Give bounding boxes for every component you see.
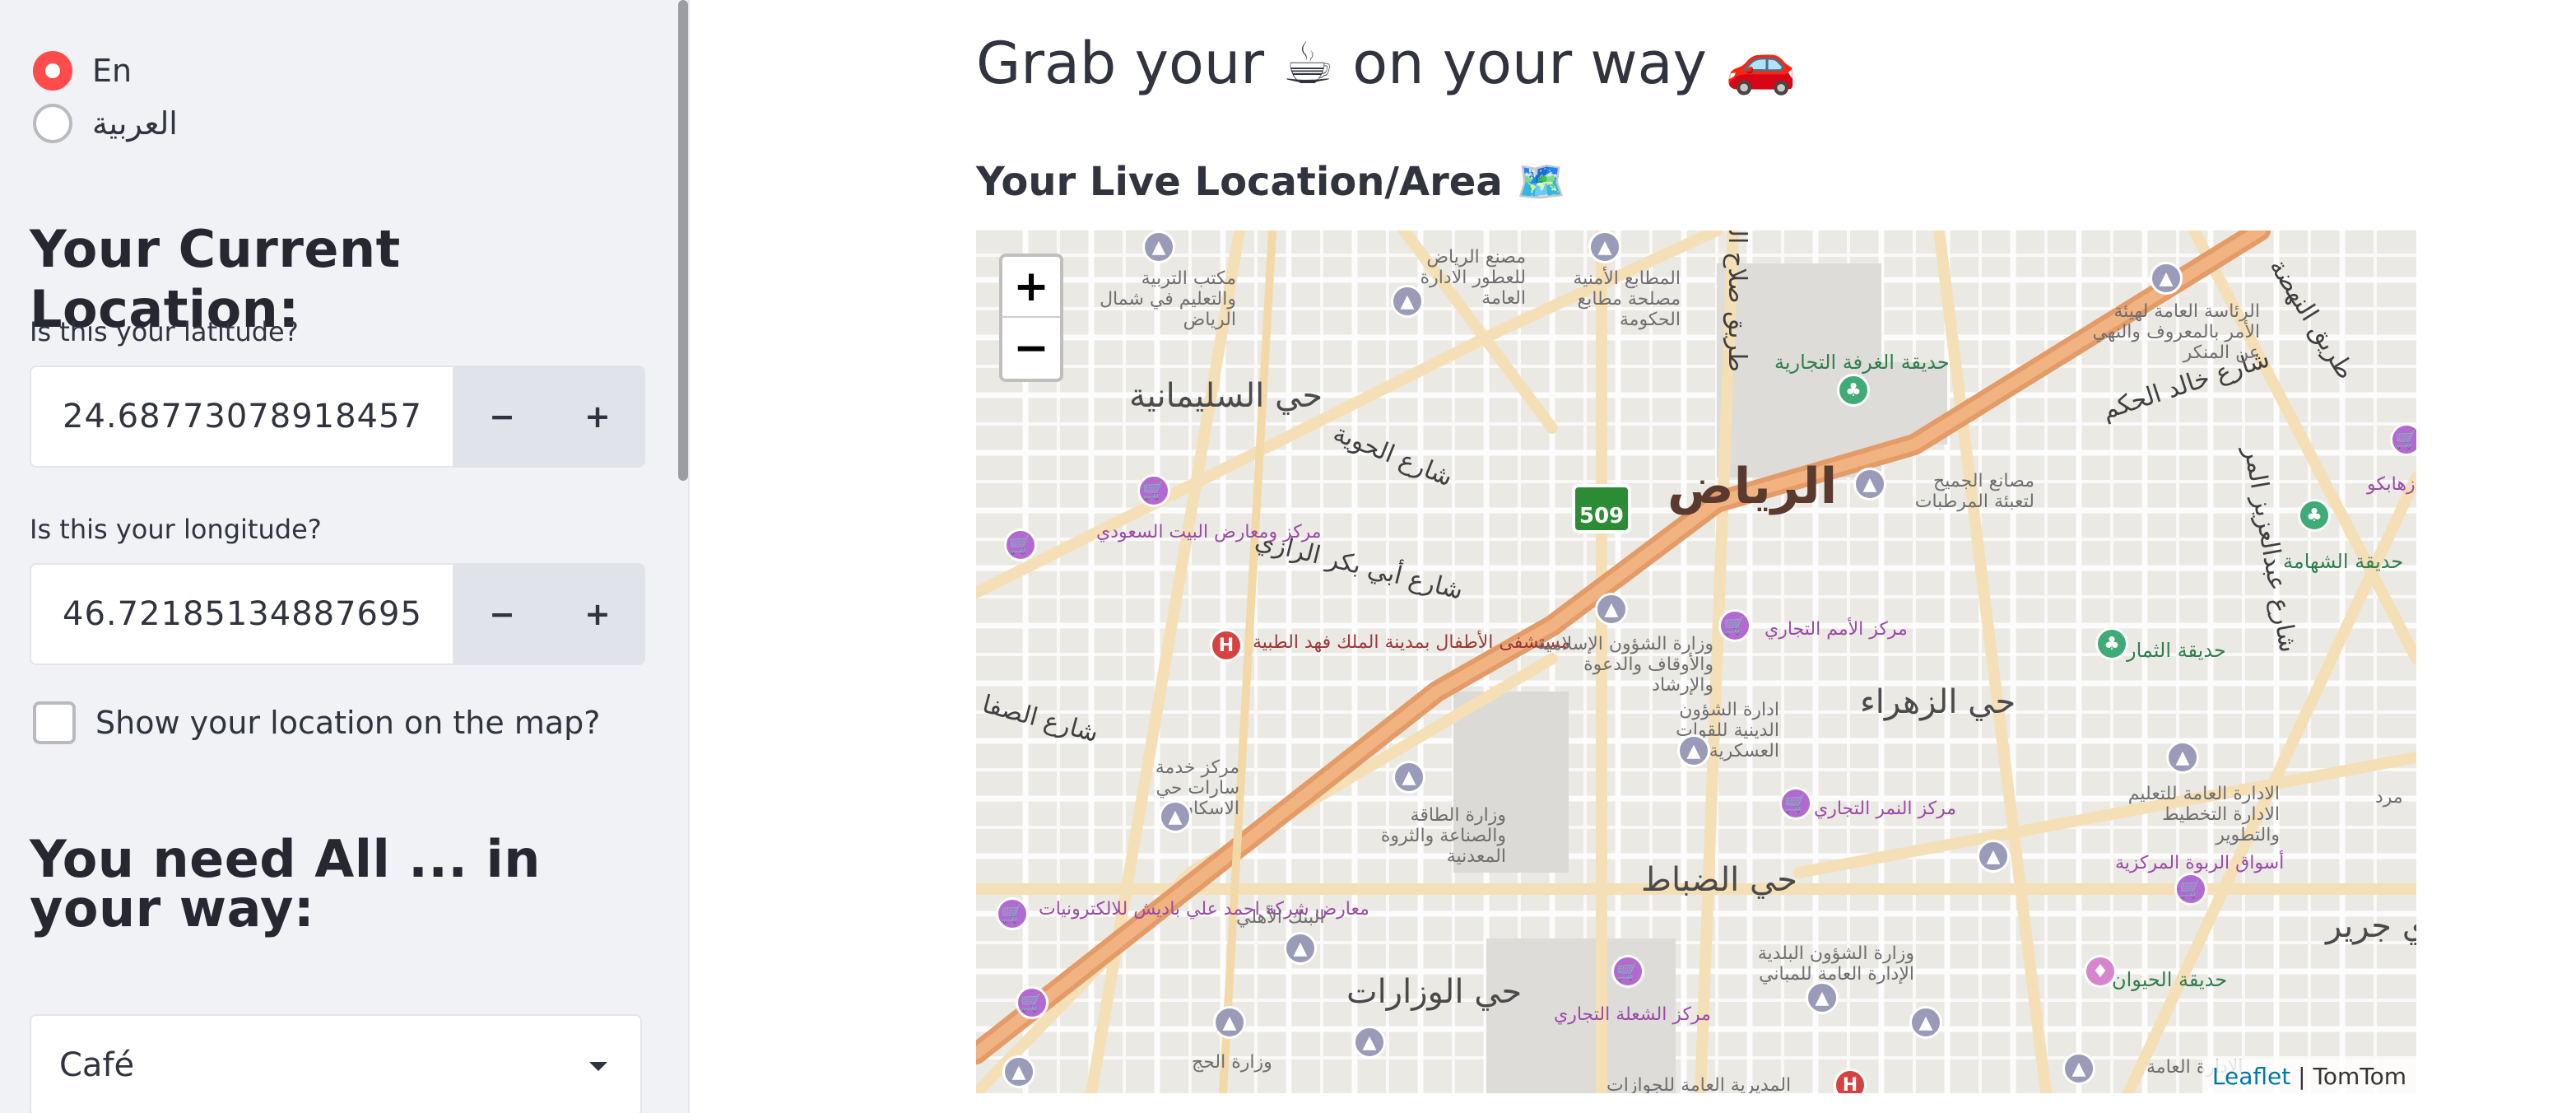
park-pin-icon[interactable]: ♣: [2095, 627, 2128, 660]
shopping-pin-icon[interactable]: 🛒: [1004, 529, 1037, 561]
map-label-street: طريق صلاح الد: [1722, 231, 1751, 372]
map-label-city: الرياض: [1667, 458, 1838, 515]
map-view[interactable]: + − 509 الرياض حي السليمانية حي الزهراء …: [976, 231, 2416, 1093]
shopping-pin-icon[interactable]: 🛒: [2174, 873, 2207, 906]
government-pin-icon[interactable]: ▲: [1977, 840, 2010, 873]
shopping-pin-icon[interactable]: 🛒: [1137, 474, 1170, 507]
map-label-poi: وزارة الحج: [1192, 1052, 1272, 1073]
language-option-label: En: [92, 53, 133, 89]
language-option-ar[interactable]: العربية: [33, 104, 178, 143]
government-pin-icon[interactable]: ▲: [2062, 1052, 2095, 1085]
latitude-input-group: 24.68773078918457 − +: [30, 366, 645, 468]
map-label-poi: مركز الأمم التجاري: [1765, 619, 1908, 640]
show-location-checkbox[interactable]: [33, 701, 76, 744]
longitude-input-group: 46.72185134887695 − +: [30, 563, 645, 665]
shopping-pin-icon[interactable]: 🛒: [1016, 986, 1049, 1019]
zoo-pin-icon[interactable]: ♦: [2084, 955, 2117, 988]
shopping-pin-icon[interactable]: 🛒: [2390, 423, 2416, 456]
government-pin-icon[interactable]: ▲: [1677, 734, 1710, 767]
government-pin-icon[interactable]: ▲: [1213, 1006, 1246, 1039]
map-label-poi: مصانع الجميح لتعبئة المرطبات: [1914, 471, 2034, 512]
government-pin-icon[interactable]: ▲: [1588, 231, 1621, 263]
park-pin-icon[interactable]: ♣: [2298, 499, 2331, 532]
attribution-provider: TomTom: [2313, 1063, 2406, 1090]
map-label-poi: وزارة الطاقة والصناعة والثروة المعدنية: [1380, 805, 1506, 867]
map-label-poi: المطابع الأمنية مصلحة مطابع الحكومة: [1573, 268, 1681, 330]
government-pin-icon[interactable]: ▲: [1142, 231, 1175, 263]
language-option-en[interactable]: En: [33, 51, 132, 91]
radio-checked-icon[interactable]: [33, 51, 72, 91]
zoom-out-button[interactable]: −: [1002, 318, 1060, 379]
map-label-poi: مركز النمر التجاري: [1814, 799, 1957, 819]
map-label-poi: وزارة الشؤون الإسلامية والأوقاف والدعوة …: [1537, 634, 1713, 696]
sidebar: En العربية Your Current Location: Is thi…: [0, 0, 690, 1113]
government-pin-icon[interactable]: ▲: [1002, 1055, 1035, 1088]
map-label-park: حديقة الغرفة التجارية: [1774, 351, 1950, 374]
map-label-poi: أسواق الربوة المركزية: [2115, 853, 2285, 873]
government-pin-icon[interactable]: ▲: [1595, 593, 1628, 626]
government-pin-icon[interactable]: ▲: [1393, 761, 1425, 794]
government-pin-icon[interactable]: ▲: [1391, 285, 1424, 318]
map-label-poi: الادارة العامة للتعليم الادارة التخطيط و…: [2127, 784, 2280, 845]
language-option-label: العربية: [92, 105, 178, 142]
shopping-pin-icon[interactable]: 🛒: [1611, 955, 1644, 988]
leaflet-link[interactable]: Leaflet: [2212, 1063, 2290, 1090]
government-pin-icon[interactable]: ▲: [1806, 981, 1839, 1014]
app-root: En العربية Your Current Location: Is thi…: [0, 0, 2576, 1113]
map-label-poi: مركز الشعلة التجاري: [1554, 1004, 1711, 1025]
chevron-down-icon[interactable]: [589, 1062, 607, 1071]
map-label-district: ي جرير: [2326, 907, 2416, 945]
park-pin-icon[interactable]: ♣: [1837, 374, 1870, 407]
map-label-poi: مرد: [2375, 787, 2403, 808]
map-label-park: حديقة الثمار: [2127, 639, 2226, 662]
latitude-increment-button[interactable]: +: [550, 366, 645, 468]
shopping-pin-icon[interactable]: 🛒: [1718, 609, 1751, 642]
show-location-checkbox-row[interactable]: Show your location on the map?: [33, 701, 600, 744]
map-label-poi: زهابكو: [2367, 474, 2416, 495]
map-label-district: حي السليمانية: [1129, 377, 1323, 415]
need-all-heading: You need All ... in your way:: [30, 829, 541, 938]
latitude-decrement-button[interactable]: −: [454, 366, 550, 468]
longitude-input[interactable]: 46.72185134887695: [30, 563, 454, 665]
government-pin-icon[interactable]: ▲: [2166, 741, 2199, 774]
shopping-pin-icon[interactable]: 🛒: [996, 897, 1029, 930]
page-title: Grab your ☕ on your way 🚗: [976, 30, 1797, 97]
map-label-district: حي الزهراء: [1860, 683, 2016, 721]
longitude-decrement-button[interactable]: −: [454, 563, 550, 665]
latitude-label: Is this your latitude?: [30, 316, 299, 347]
map-label-district: حي الوزارات: [1346, 973, 1523, 1011]
map-label-poi: الرئاسة العامة لهيئة الأمر بالمعروف والن…: [2092, 301, 2260, 363]
zoom-in-button[interactable]: +: [1002, 257, 1060, 318]
show-location-label: Show your location on the map?: [95, 705, 601, 741]
map-label-park: حديقة الشهامة: [2283, 550, 2404, 573]
category-select[interactable]: Café: [30, 1014, 642, 1113]
attribution-separator: |: [2290, 1063, 2313, 1090]
government-pin-icon[interactable]: ▲: [1159, 800, 1192, 833]
government-pin-icon[interactable]: ▲: [1909, 1006, 1942, 1039]
map-label-poi: البنك الأهلي: [1236, 907, 1325, 928]
category-select-value: Café: [59, 1046, 135, 1084]
map-section-title: Your Live Location/Area 🗺️: [976, 159, 1566, 205]
government-pin-icon[interactable]: ▲: [1353, 1026, 1386, 1059]
hospital-pin-icon[interactable]: H: [1210, 629, 1243, 662]
route-shield: 509: [1572, 484, 1631, 533]
map-attribution: Leaflet | TomTom: [2202, 1059, 2416, 1093]
government-pin-icon[interactable]: ▲: [2150, 262, 2183, 295]
map-label-park: حديقة الحيوان: [2112, 968, 2228, 991]
latitude-input[interactable]: 24.68773078918457: [30, 366, 454, 468]
longitude-label: Is this your longitude?: [30, 514, 322, 545]
government-pin-icon[interactable]: ▲: [1853, 468, 1886, 501]
map-label-poi: مكتب التربية والتعليم في شمال الرياض: [1100, 268, 1236, 330]
longitude-increment-button[interactable]: +: [550, 563, 645, 665]
radio-unchecked-icon[interactable]: [33, 104, 72, 143]
map-label-hospital: مستشفى الأطفال بمدينة الملك فهد الطبية: [1253, 632, 1571, 653]
map-label-district: حي الضباط: [1641, 861, 1798, 899]
map-label-poi: وزارة الشؤون البلدية الإدارة العامة للمب…: [1757, 943, 1914, 985]
map-label-poi: المديرية العامة للجوازات: [1607, 1075, 1792, 1093]
zoom-control: + −: [999, 254, 1063, 382]
shopping-pin-icon[interactable]: 🛒: [1779, 787, 1812, 820]
map-label-poi: مركز ومعارض البيت السعودي: [1096, 522, 1322, 543]
government-pin-icon[interactable]: ▲: [1284, 932, 1317, 965]
